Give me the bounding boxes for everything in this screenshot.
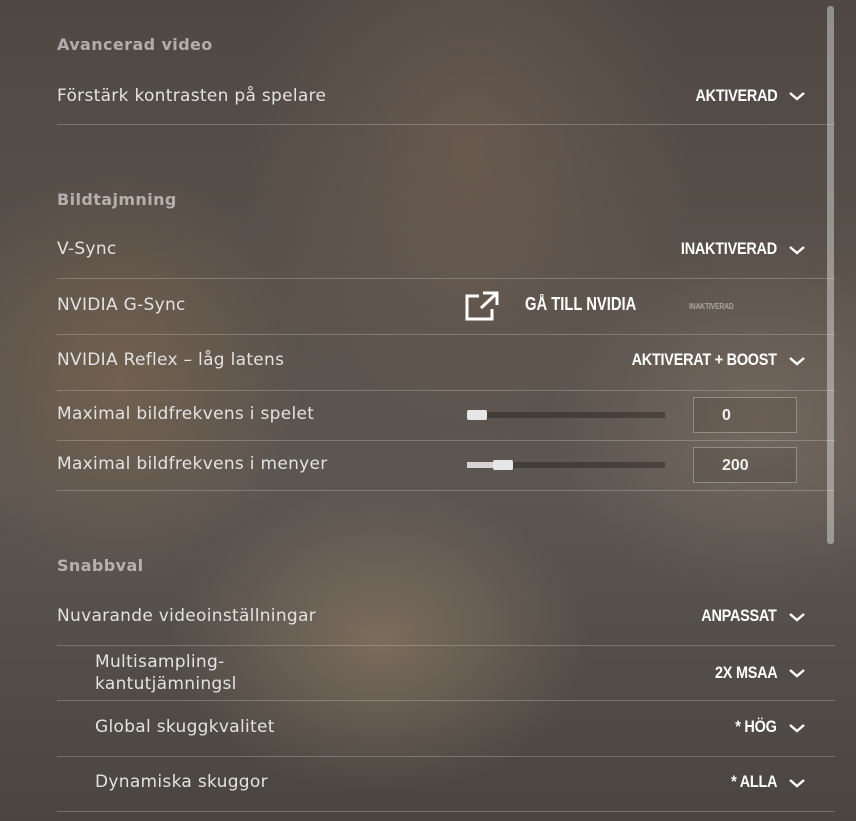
reflex-value[interactable]: AKTIVERAT + BOOST: [632, 350, 777, 370]
dynamic-shadows-label: Dynamiska skuggor: [95, 772, 268, 792]
section-title-advanced-video: Avancerad video: [57, 35, 213, 54]
reflex-label: NVIDIA Reflex – låg latens: [57, 350, 285, 370]
max-fps-game-row: Maximal bildfrekvens i spelet 0: [57, 391, 835, 441]
current-video-row[interactable]: Nuvarande videoinställningar ANPASSAT: [57, 592, 835, 646]
chevron-down-icon[interactable]: [787, 90, 807, 102]
gsync-row: NVIDIA G-Sync GÅ TILL NVIDIA INAKTIVERAD: [57, 279, 835, 335]
max-fps-game-slider[interactable]: [467, 410, 665, 420]
dynamic-shadows-value[interactable]: * ALLA: [731, 772, 777, 792]
chevron-down-icon[interactable]: [787, 667, 807, 679]
msaa-label: Multisampling- kantutjämningsl: [95, 651, 237, 695]
max-fps-menu-row: Maximal bildfrekvens i menyer 200: [57, 441, 835, 491]
msaa-label-line1: Multisampling-: [95, 652, 225, 672]
max-fps-menu-slider[interactable]: [467, 460, 665, 470]
chevron-down-icon[interactable]: [787, 777, 807, 789]
dynamic-shadows-row[interactable]: Dynamiska skuggor * ALLA: [57, 757, 835, 812]
scrollbar-thumb[interactable]: [827, 6, 834, 544]
shadow-quality-row[interactable]: Global skuggkvalitet * HÖG: [57, 701, 835, 757]
max-fps-menu-input[interactable]: 200: [693, 447, 797, 483]
vsync-value[interactable]: INAKTIVERAD: [681, 239, 777, 259]
shadow-quality-label: Global skuggkvalitet: [95, 717, 275, 737]
shadow-quality-value[interactable]: * HÖG: [736, 717, 778, 737]
msaa-label-line2: kantutjämningsl: [95, 674, 237, 694]
current-video-label: Nuvarande videoinställningar: [57, 606, 316, 626]
vsync-label: V-Sync: [57, 239, 117, 259]
chevron-down-icon[interactable]: [787, 611, 807, 623]
contrast-row[interactable]: Förstärk kontrasten på spelare AKTIVERAD: [57, 72, 835, 125]
chevron-down-icon[interactable]: [787, 722, 807, 734]
chevron-down-icon[interactable]: [787, 244, 807, 256]
contrast-value[interactable]: AKTIVERAD: [695, 86, 777, 106]
msaa-value[interactable]: 2X MSAA: [715, 663, 778, 683]
video-settings-panel: Avancerad video Förstärk kontrasten på s…: [0, 0, 856, 821]
current-video-value[interactable]: ANPASSAT: [702, 606, 778, 626]
external-link-icon: [465, 291, 499, 325]
msaa-row[interactable]: Multisampling- kantutjämningsl 2X MSAA: [57, 646, 835, 701]
go-to-nvidia-label: GÅ TILL NVIDIA: [525, 294, 637, 314]
section-title-frame-timing: Bildtajmning: [57, 190, 177, 209]
max-fps-game-input[interactable]: 0: [693, 397, 797, 433]
gsync-label: NVIDIA G-Sync: [57, 295, 186, 315]
contrast-label: Förstärk kontrasten på spelare: [57, 86, 327, 106]
max-fps-menu-slider-handle[interactable]: [493, 460, 513, 470]
max-fps-menu-label: Maximal bildfrekvens i menyer: [57, 454, 328, 474]
max-fps-game-slider-handle[interactable]: [467, 410, 487, 420]
reflex-row[interactable]: NVIDIA Reflex – låg latens AKTIVERAT + B…: [57, 335, 835, 391]
section-title-quick-select: Snabbval: [57, 556, 144, 575]
vsync-row[interactable]: V-Sync INAKTIVERAD: [57, 226, 835, 279]
gsync-status: INAKTIVERAD: [689, 302, 734, 311]
chevron-down-icon[interactable]: [787, 355, 807, 367]
max-fps-game-label: Maximal bildfrekvens i spelet: [57, 404, 315, 424]
